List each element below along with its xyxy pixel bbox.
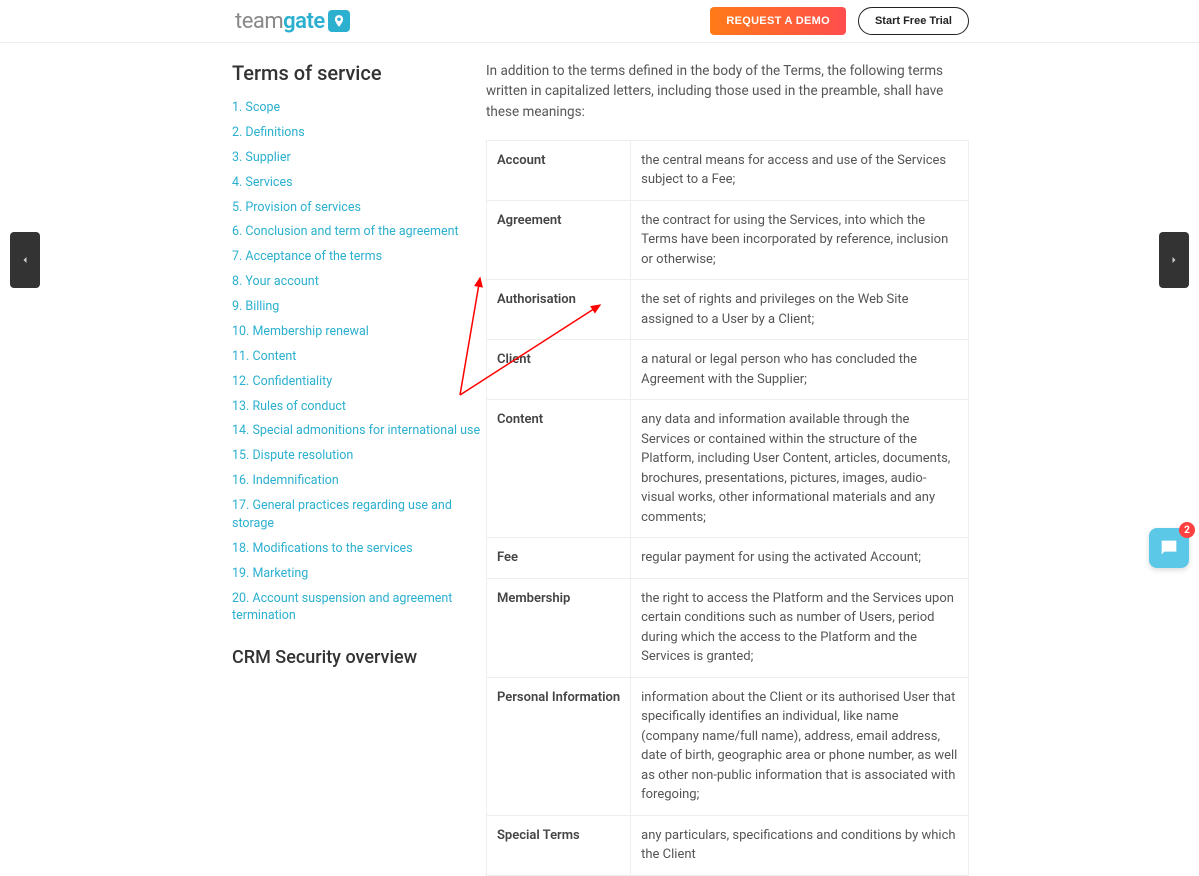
definition-cell: the right to access the Platform and the… — [631, 578, 969, 677]
definition-cell: regular payment for using the activated … — [631, 538, 969, 579]
toc-link[interactable]: 11. Content — [232, 349, 296, 364]
toc-link[interactable]: 16. Indemnification — [232, 473, 339, 488]
top-bar: teamgate REQUEST A DEMO Start Free Trial — [0, 0, 1199, 43]
logo-badge-icon — [328, 10, 350, 32]
table-row: Feeregular payment for using the activat… — [487, 538, 969, 579]
toc-link[interactable]: 15. Dispute resolution — [232, 448, 353, 463]
definitions-table: Accountthe central means for access and … — [486, 140, 969, 876]
toc-item: 1. Scope — [232, 99, 482, 117]
toc-link[interactable]: 14. Special admonitions for internationa… — [232, 423, 480, 438]
toc-item: 14. Special admonitions for internationa… — [232, 422, 482, 440]
definition-cell: information about the Client or its auth… — [631, 677, 969, 815]
chat-icon — [1158, 537, 1180, 559]
carousel-prev-button[interactable] — [10, 232, 40, 288]
page-body: Terms of service 1. Scope 2. Definitions 3… — [0, 43, 1199, 876]
logo[interactable]: teamgate — [235, 9, 350, 34]
toc-link[interactable]: 1. Scope — [232, 100, 280, 115]
logo-text-2: gate — [283, 9, 325, 34]
carousel-next-button[interactable] — [1159, 232, 1189, 288]
term-cell: Special Terms — [487, 815, 631, 875]
toc-item: 4. Services — [232, 174, 482, 192]
term-cell: Personal Information — [487, 677, 631, 815]
toc-link[interactable]: 8. Your account — [232, 274, 319, 289]
toc-item: 12. Confidentiality — [232, 373, 482, 391]
sidebar-heading-security: CRM Security overview — [232, 647, 482, 668]
table-row: Agreementthe contract for using the Serv… — [487, 200, 969, 280]
top-buttons: REQUEST A DEMO Start Free Trial — [710, 7, 969, 35]
toc-item: 10. Membership renewal — [232, 323, 482, 341]
toc-item: 13. Rules of conduct — [232, 398, 482, 416]
toc-link[interactable]: 2. Definitions — [232, 125, 305, 140]
definition-cell: the contract for using the Services, int… — [631, 200, 969, 280]
chat-badge: 2 — [1179, 522, 1195, 538]
term-cell: Content — [487, 400, 631, 538]
term-cell: Membership — [487, 578, 631, 677]
toc-item: 9. Billing — [232, 298, 482, 316]
toc-item: 15. Dispute resolution — [232, 447, 482, 465]
toc-item: 3. Supplier — [232, 149, 482, 167]
sidebar-title: Terms of service — [232, 61, 482, 85]
toc-link[interactable]: 7. Acceptance of the terms — [232, 249, 382, 264]
toc-item: 2. Definitions — [232, 124, 482, 142]
toc-item: 17. General practices regarding use and … — [232, 497, 482, 533]
toc-item: 18. Modifications to the services — [232, 540, 482, 558]
table-row: Membershipthe right to access the Platfo… — [487, 578, 969, 677]
toc-item: 6. Conclusion and term of the agreement — [232, 223, 482, 241]
definition-cell: any particulars, specifications and cond… — [631, 815, 969, 875]
toc-link[interactable]: 12. Confidentiality — [232, 374, 332, 389]
toc-link[interactable]: 18. Modifications to the services — [232, 541, 413, 556]
chevron-right-icon — [1168, 254, 1180, 266]
term-cell: Fee — [487, 538, 631, 579]
toc-link[interactable]: 20. Account suspension and agreement ter… — [232, 591, 452, 624]
term-cell: Client — [487, 340, 631, 400]
toc-link[interactable]: 10. Membership renewal — [232, 324, 369, 339]
toc-link[interactable]: 5. Provision of services — [232, 200, 361, 215]
term-cell: Authorisation — [487, 280, 631, 340]
main-content: In addition to the terms defined in the … — [482, 61, 1199, 876]
table-row: Accountthe central means for access and … — [487, 140, 969, 200]
toc-link[interactable]: 19. Marketing — [232, 566, 308, 581]
table-row: Authorisationthe set of rights and privi… — [487, 280, 969, 340]
term-cell: Account — [487, 140, 631, 200]
toc-link[interactable]: 4. Services — [232, 175, 293, 190]
logo-text-1: team — [235, 9, 283, 34]
definition-cell: the central means for access and use of … — [631, 140, 969, 200]
table-row: Contentany data and information availabl… — [487, 400, 969, 538]
toc-item: 16. Indemnification — [232, 472, 482, 490]
toc-item: 19. Marketing — [232, 565, 482, 583]
toc-link[interactable]: 13. Rules of conduct — [232, 399, 346, 414]
toc-item: 8. Your account — [232, 273, 482, 291]
definition-cell: any data and information available throu… — [631, 400, 969, 538]
sidebar: Terms of service 1. Scope 2. Definitions 3… — [232, 61, 482, 876]
toc-link[interactable]: 17. General practices regarding use and … — [232, 498, 452, 531]
term-cell: Agreement — [487, 200, 631, 280]
intro-paragraph: In addition to the terms defined in the … — [486, 61, 969, 122]
definition-cell: the set of rights and privileges on the … — [631, 280, 969, 340]
toc-item: 20. Account suspension and agreement ter… — [232, 590, 482, 626]
toc-link[interactable]: 9. Billing — [232, 299, 279, 314]
toc-list: 1. Scope 2. Definitions 3. Supplier 4. Serv… — [232, 99, 482, 625]
chevron-left-icon — [19, 254, 31, 266]
toc-item: 11. Content — [232, 348, 482, 366]
definition-cell: a natural or legal person who has conclu… — [631, 340, 969, 400]
start-free-trial-button[interactable]: Start Free Trial — [858, 7, 969, 35]
toc-item: 7. Acceptance of the terms — [232, 248, 482, 266]
toc-link[interactable]: 6. Conclusion and term of the agreement — [232, 224, 459, 239]
chat-widget-button[interactable]: 2 — [1149, 528, 1189, 568]
table-row: Personal Informationinformation about th… — [487, 677, 969, 815]
toc-link[interactable]: 3. Supplier — [232, 150, 291, 165]
toc-item: 5. Provision of services — [232, 199, 482, 217]
table-row: Clienta natural or legal person who has … — [487, 340, 969, 400]
table-row: Special Termsany particulars, specificat… — [487, 815, 969, 875]
request-demo-button[interactable]: REQUEST A DEMO — [710, 7, 846, 35]
